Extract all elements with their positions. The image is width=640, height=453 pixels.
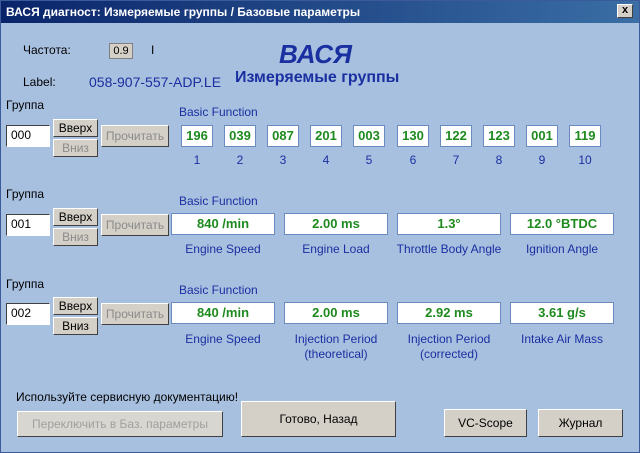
vc-scope-button[interactable]: VC-Scope — [444, 409, 527, 437]
field-index-7: 7 — [452, 153, 460, 167]
field-index-9: 9 — [538, 153, 546, 167]
field-index-2: 2 — [236, 153, 244, 167]
frequency-value: 0.9 — [109, 43, 133, 59]
field-description-2: Engine Load — [302, 242, 370, 256]
group-up-button[interactable]: Вверх — [53, 119, 98, 137]
service-note: Используйте сервисную документацию! — [16, 390, 239, 404]
field-description-2-line-2: (theoretical) — [304, 347, 368, 361]
value-field-2: 039 — [224, 125, 256, 147]
value-field-1: 196 — [181, 125, 213, 147]
value-field-3: 087 — [267, 125, 299, 147]
read-button[interactable]: Прочитать — [101, 303, 169, 325]
mode-label: Basic Function — [179, 105, 258, 119]
group-down-button[interactable]: Вниз — [53, 317, 98, 335]
value-field-2: 2.00 ms — [284, 213, 388, 235]
field-description-1: Engine Speed — [185, 242, 261, 256]
field-index-5: 5 — [365, 153, 373, 167]
group-number-input[interactable]: 001 — [6, 214, 50, 236]
field-index-4: 4 — [322, 153, 330, 167]
value-field-4: 3.61 g/s — [510, 302, 614, 324]
read-button[interactable]: Прочитать — [101, 125, 169, 147]
value-field-3: 2.92 ms — [397, 302, 501, 324]
value-field-4: 12.0 °BTDC — [510, 213, 614, 235]
field-description-4: Ignition Angle — [525, 242, 599, 256]
value-field-2: 2.00 ms — [284, 302, 388, 324]
done-back-button[interactable]: Готово, Назад — [241, 401, 396, 437]
value-field-8: 123 — [483, 125, 515, 147]
app-name: ВАСЯ — [279, 39, 352, 69]
group-label: Группа — [6, 187, 45, 201]
value-field-5: 003 — [353, 125, 385, 147]
value-field-7: 122 — [440, 125, 472, 147]
field-description-2: Injection Period — [294, 332, 378, 346]
mode-label: Basic Function — [179, 194, 258, 208]
group-number-input[interactable]: 002 — [6, 303, 50, 325]
app-window: ВАСЯ диагност: Измеряемые группы / Базов… — [0, 0, 640, 453]
value-field-10: 119 — [569, 125, 601, 147]
field-description-1: Engine Speed — [185, 332, 261, 346]
close-button[interactable]: x — [617, 4, 633, 18]
log-button[interactable]: Журнал — [538, 409, 623, 437]
frequency-unit: I — [151, 43, 155, 57]
value-field-9: 001 — [526, 125, 558, 147]
group-label: Группа — [6, 277, 45, 291]
label-label: Label: — [23, 75, 56, 89]
read-button[interactable]: Прочитать — [101, 214, 169, 236]
page-subtitle: Измеряемые группы — [235, 69, 400, 86]
title-bar: ВАСЯ диагност: Измеряемые группы / Базов… — [1, 1, 639, 23]
field-description-4: Intake Air Mass — [520, 332, 604, 346]
value-field-3: 1.3° — [397, 213, 501, 235]
group-up-button[interactable]: Вверх — [53, 208, 98, 226]
window-title: ВАСЯ диагност: Измеряемые группы / Базов… — [6, 5, 361, 19]
field-index-3: 3 — [279, 153, 287, 167]
group-number-input[interactable]: 000 — [6, 125, 50, 147]
value-field-6: 130 — [397, 125, 429, 147]
field-description-3: Injection Period — [407, 332, 491, 346]
switch-basic-params-button[interactable]: Переключить в Баз. параметры — [17, 411, 223, 437]
group-up-button[interactable]: Вверх — [53, 297, 98, 315]
mode-label: Basic Function — [179, 283, 258, 297]
group-label: Группа — [6, 98, 45, 112]
field-index-8: 8 — [495, 153, 503, 167]
label-value: 058-907-557-ADP.LE — [89, 74, 222, 90]
value-field-1: 840 /min — [171, 213, 275, 235]
value-field-1: 840 /min — [171, 302, 275, 324]
field-description-3-line-2: (corrected) — [419, 347, 478, 361]
frequency-label: Частота: — [23, 43, 71, 57]
field-index-1: 1 — [193, 153, 201, 167]
field-description-3: Throttle Body Angle — [396, 242, 502, 256]
value-field-4: 201 — [310, 125, 342, 147]
group-down-button[interactable]: Вниз — [53, 228, 98, 246]
group-down-button[interactable]: Вниз — [53, 139, 98, 157]
field-index-6: 6 — [409, 153, 417, 167]
field-index-10: 10 — [578, 153, 592, 167]
